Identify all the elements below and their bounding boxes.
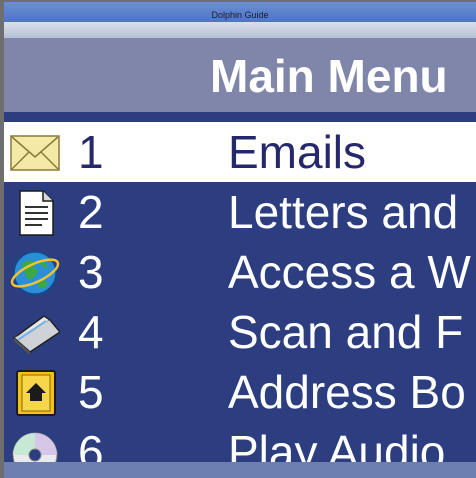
menu-item-scan[interactable]: 4 Scan and F	[4, 302, 476, 362]
menu-item-number: 6	[78, 426, 104, 462]
menu-item-number: 1	[78, 126, 104, 178]
menu-item-address-book[interactable]: 5 Address Bo	[4, 362, 476, 422]
menu-item-label: Scan and F	[228, 306, 464, 358]
menu-item-label: Letters and	[228, 186, 459, 238]
menu-item-number: 4	[78, 306, 104, 358]
main-menu-list: 1 Emails 2 Letters and 3 Access a W 4 Sc…	[4, 122, 476, 462]
app-window: Dolphin Guide Main Menu 1 Emails 2 Lette…	[0, 0, 476, 478]
page-title: Main Menu	[210, 50, 448, 102]
window-title: Dolphin Guide	[211, 10, 269, 20]
menu-item-number: 5	[78, 366, 104, 418]
menu-item-number: 2	[78, 186, 104, 238]
menu-item-label: Access a W	[228, 246, 471, 298]
envelope-icon	[10, 130, 60, 176]
menu-item-label: Address Bo	[228, 366, 466, 418]
menu-item-web[interactable]: 3 Access a W	[4, 242, 476, 302]
scanner-icon	[10, 310, 62, 356]
status-bar	[4, 462, 476, 478]
title-bar[interactable]: Dolphin Guide	[4, 2, 476, 22]
address-book-icon	[10, 370, 60, 416]
document-icon	[10, 190, 60, 236]
menu-item-emails[interactable]: 1 Emails	[4, 122, 476, 182]
menu-header: Main Menu	[4, 38, 476, 112]
menu-item-label: Play Audio	[228, 426, 446, 462]
menu-item-label: Emails	[228, 126, 367, 178]
globe-icon	[10, 250, 60, 296]
header-divider	[4, 112, 476, 122]
menu-item-letters[interactable]: 2 Letters and	[4, 182, 476, 242]
menu-item-number: 3	[78, 246, 104, 298]
cd-icon	[10, 430, 60, 462]
toolbar-strip	[4, 22, 476, 38]
menu-item-play-audio[interactable]: 6 Play Audio	[4, 422, 476, 462]
